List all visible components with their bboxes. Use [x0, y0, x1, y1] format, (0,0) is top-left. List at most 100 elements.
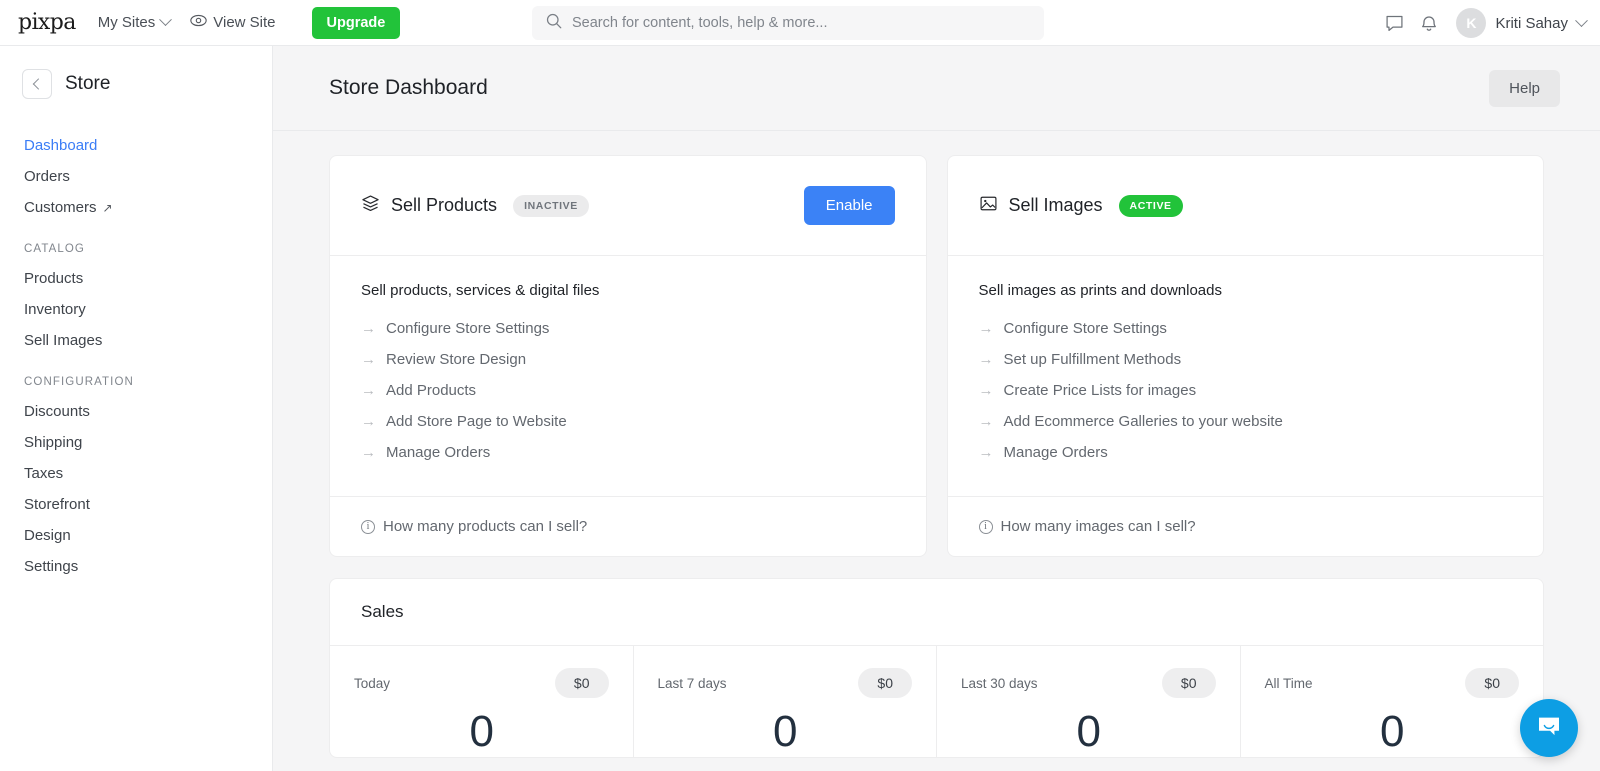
- link-label: Configure Store Settings: [1003, 320, 1167, 337]
- sales-cell-last-7-days: Last 7 days $0 0: [634, 646, 937, 757]
- chat-bubble-icon[interactable]: [1385, 14, 1404, 33]
- link-add-store-page-to-website[interactable]: → Add Store Page to Website: [361, 406, 895, 437]
- link-configure-store-settings[interactable]: → Configure Store Settings: [361, 313, 895, 344]
- sales-cell-last-30-days: Last 30 days $0 0: [937, 646, 1241, 757]
- sell-products-card-body: Sell products, services & digital files …: [330, 256, 926, 496]
- sales-count: 0: [1380, 707, 1404, 756]
- layers-icon: [361, 194, 380, 218]
- sell-images-card: Sell Images ACTIVE Sell images as prints…: [946, 155, 1544, 557]
- link-manage-orders[interactable]: → Manage Orders: [979, 437, 1513, 468]
- sales-label: Last 30 days: [961, 675, 1038, 691]
- link-label: Add Store Page to Website: [386, 413, 567, 430]
- link-label: Add Products: [386, 382, 477, 399]
- sales-count: 0: [469, 707, 494, 756]
- sidebar-item-label: Customers: [24, 199, 97, 216]
- sidebar-item-label: Sell Images: [24, 332, 103, 349]
- sidebar-item-label: Orders: [24, 168, 70, 185]
- chat-smile-icon: [1534, 711, 1564, 746]
- nav-view-site[interactable]: View Site: [190, 14, 276, 31]
- help-button[interactable]: Help: [1489, 69, 1560, 107]
- footer-label: How many images can I sell?: [1000, 518, 1196, 535]
- sales-amount: $0: [1161, 668, 1216, 698]
- chevron-left-icon: [32, 78, 45, 90]
- link-create-price-lists-for-images[interactable]: → Create Price Lists for images: [979, 375, 1513, 406]
- sidebar-item-dashboard[interactable]: Dashboard: [0, 130, 272, 161]
- sidebar-group-catalog: CATALOG: [24, 243, 85, 255]
- image-icon: [979, 194, 998, 218]
- sell-products-card-header: Sell Products INACTIVE Enable: [330, 156, 926, 256]
- feature-card-row: Sell Products INACTIVE Enable Sell produ…: [329, 155, 1544, 557]
- link-add-ecommerce-galleries[interactable]: → Add Ecommerce Galleries to your websit…: [979, 406, 1513, 437]
- sell-images-card-body: Sell images as prints and downloads → Co…: [948, 256, 1544, 496]
- top-nav: My Sites View Site Upgrade: [98, 6, 401, 39]
- sidebar-item-label: Storefront: [24, 496, 90, 513]
- back-button[interactable]: [22, 69, 52, 99]
- bell-icon[interactable]: [1420, 14, 1438, 33]
- sidebar-item-sell-images[interactable]: Sell Images: [0, 325, 272, 356]
- sidebar-item-settings[interactable]: Settings: [0, 551, 272, 582]
- link-configure-store-settings[interactable]: → Configure Store Settings: [979, 313, 1513, 344]
- link-add-products[interactable]: → Add Products: [361, 375, 895, 406]
- sales-title: Sales: [330, 579, 1543, 646]
- arrow-right-icon: →: [361, 320, 376, 337]
- sales-cell-header: Today $0: [354, 668, 609, 698]
- top-bar-right: K Kriti Sahay: [1385, 0, 1588, 46]
- search-icon: [546, 13, 562, 34]
- sales-grid: Today $0 0 Last 7 days $0 0 Last 30 days: [330, 646, 1543, 757]
- sidebar-item-storefront[interactable]: Storefront: [0, 489, 272, 520]
- arrow-right-icon: →: [361, 351, 376, 368]
- sales-cell-today: Today $0 0: [330, 646, 634, 757]
- sidebar-item-design[interactable]: Design: [0, 520, 272, 551]
- search-input[interactable]: [572, 15, 1030, 31]
- arrow-right-icon: →: [361, 444, 376, 461]
- sidebar-item-label: Taxes: [24, 465, 64, 482]
- sidebar-item-discounts[interactable]: Discounts: [0, 396, 272, 427]
- arrow-right-icon: →: [361, 382, 376, 399]
- sidebar-item-customers[interactable]: Customers ↗: [0, 192, 272, 223]
- sidebar-item-label: Dashboard: [24, 137, 98, 154]
- arrow-right-icon: →: [978, 444, 994, 461]
- sidebar-item-products[interactable]: Products: [0, 263, 272, 294]
- sales-amount: $0: [1465, 668, 1519, 698]
- sales-cell-header: All Time $0: [1265, 668, 1519, 698]
- user-menu[interactable]: K Kriti Sahay: [1456, 8, 1588, 38]
- link-manage-orders[interactable]: → Manage Orders: [361, 437, 895, 468]
- sidebar-item-shipping[interactable]: Shipping: [0, 427, 272, 458]
- arrow-right-icon: →: [978, 351, 994, 368]
- footer-label: How many products can I sell?: [383, 518, 588, 535]
- pixpa-logo[interactable]: pixpa: [18, 10, 76, 35]
- link-set-up-fulfillment-methods[interactable]: → Set up Fulfillment Methods: [979, 344, 1513, 375]
- sidebar-nav: Dashboard Orders Customers ↗ CATALOG Pro…: [0, 130, 272, 582]
- sidebar-item-label: Shipping: [24, 434, 83, 451]
- sidebar-header: Store: [0, 46, 272, 99]
- global-search[interactable]: [532, 6, 1044, 40]
- sidebar-item-orders[interactable]: Orders: [0, 161, 272, 192]
- link-label: Review Store Design: [386, 351, 527, 368]
- top-bar: pixpa My Sites View Site Upgrade Search …: [0, 0, 1600, 46]
- sidebar-item-inventory[interactable]: Inventory: [0, 294, 272, 325]
- user-name: Kriti Sahay: [1495, 14, 1568, 32]
- nav-my-sites[interactable]: My Sites: [98, 13, 173, 31]
- sidebar-item-label: Inventory: [24, 301, 86, 318]
- sales-label: Last 7 days: [657, 675, 727, 691]
- sales-count: 0: [1076, 707, 1101, 756]
- sell-images-card-header: Sell Images ACTIVE: [947, 156, 1543, 256]
- sidebar-item-taxes[interactable]: Taxes: [0, 458, 272, 489]
- sell-products-subtitle: Sell products, services & digital files: [361, 282, 600, 299]
- sell-products-card-footer[interactable]: i How many products can I sell?: [330, 496, 926, 556]
- info-icon: i: [361, 519, 375, 534]
- link-label: Manage Orders: [386, 444, 491, 461]
- link-review-store-design[interactable]: → Review Store Design: [361, 344, 895, 375]
- chat-launcher-button[interactable]: [1520, 699, 1578, 757]
- sales-count: 0: [773, 707, 797, 756]
- sell-products-card-title-group: Sell Products INACTIVE: [361, 194, 589, 218]
- enable-button[interactable]: Enable: [803, 186, 895, 225]
- external-link-icon: ↗: [102, 200, 113, 215]
- sales-amount: $0: [554, 668, 609, 698]
- sell-products-title: Sell Products: [391, 195, 498, 215]
- upgrade-button[interactable]: Upgrade: [311, 6, 401, 39]
- sell-images-card-footer[interactable]: i How many images can I sell?: [947, 496, 1543, 556]
- sidebar: Store Dashboard Orders Customers ↗ CATAL…: [0, 46, 273, 771]
- sales-label: Today: [354, 675, 391, 691]
- link-label: Manage Orders: [1003, 444, 1108, 461]
